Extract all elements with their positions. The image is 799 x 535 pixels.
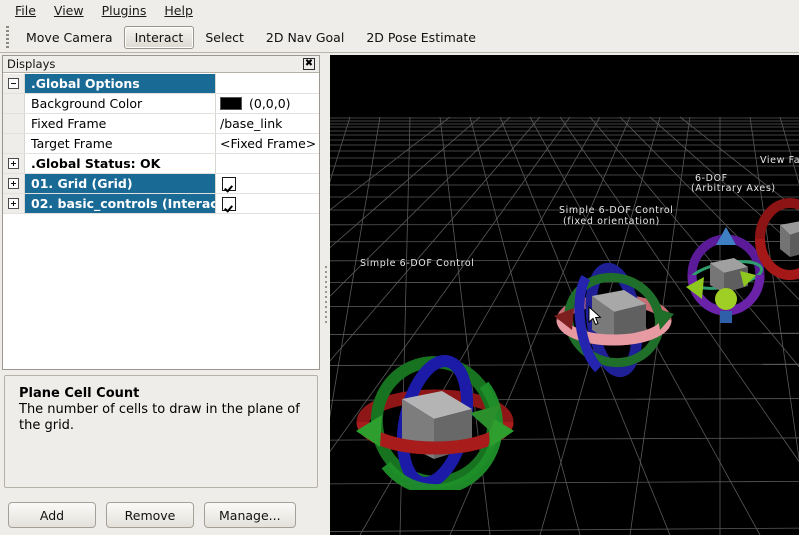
marker-simple-6dof-fixed[interactable] (552, 260, 677, 380)
tree-label-global-options: .Global Options (25, 76, 215, 91)
left-panel: Displays ✖ .Global Options Background Co… (0, 53, 322, 535)
property-help-box: Plane Cell Count The number of cells to … (4, 375, 318, 488)
tool-select[interactable]: Select (194, 26, 255, 49)
menu-file-label: File (15, 3, 36, 18)
displays-panel-title: Displays (7, 57, 55, 71)
menu-help[interactable]: Help (155, 1, 202, 20)
basic-controls-enabled-checkbox[interactable] (222, 197, 236, 211)
tree-label-basic-controls: 02. basic_controls (Interactiv (25, 196, 215, 211)
remove-button[interactable]: Remove (106, 502, 194, 528)
grid-enabled-checkbox[interactable] (222, 177, 236, 191)
menu-bar: File View Plugins Help (0, 0, 799, 22)
expander-cell-basic-controls[interactable] (3, 194, 25, 213)
panel-splitter[interactable] (322, 53, 330, 535)
expander-cell-global-status[interactable] (3, 154, 25, 173)
manage-button[interactable]: Manage... (204, 502, 296, 528)
tool-2d-pose-estimate[interactable]: 2D Pose Estimate (355, 26, 487, 49)
tree-value-background-color[interactable]: (0,0,0) (215, 94, 319, 113)
tree-label-background-color: Background Color (25, 96, 215, 111)
tree-row-global-options[interactable]: .Global Options (3, 74, 319, 94)
menu-view-label: View (54, 3, 84, 18)
marker-view-facing[interactable] (754, 195, 799, 285)
splitter-grip-icon (325, 266, 327, 323)
label-simple-6dof-fixed-sub: (fixed orientation) (563, 216, 660, 228)
tree-value-target-frame[interactable]: <Fixed Frame> (215, 134, 319, 153)
menu-plugins-label: Plugins (102, 3, 147, 18)
expand-plus-icon[interactable] (8, 178, 19, 189)
label-6dof-arbitrary-sub: (Arbitrary Axes) (691, 183, 776, 195)
help-description: The number of cells to draw in the plane… (19, 402, 303, 435)
tree-value-global-options (215, 74, 319, 93)
tree-row-background-color[interactable]: Background Color (0,0,0) (3, 94, 319, 114)
rviz-window: File View Plugins Help Move Camera Inter… (0, 0, 799, 535)
tree-row-basic-controls[interactable]: 02. basic_controls (Interactiv (3, 194, 319, 214)
tree-row-target-frame[interactable]: Target Frame <Fixed Frame> (3, 134, 319, 154)
tree-value-basic-controls[interactable] (215, 194, 319, 213)
expander-cell-background-color (3, 94, 25, 113)
color-swatch-icon[interactable] (220, 97, 242, 110)
tree-value-global-status (215, 154, 319, 173)
collapse-minus-icon[interactable] (8, 78, 19, 89)
displays-panel-titlebar: Displays ✖ (3, 56, 319, 73)
tree-value-fixed-frame[interactable]: /base_link (215, 114, 319, 133)
tool-interact[interactable]: Interact (124, 26, 195, 49)
tree-row-global-status[interactable]: .Global Status: OK (3, 154, 319, 174)
tree-label-fixed-frame: Fixed Frame (25, 116, 215, 131)
menu-help-label: Help (164, 3, 193, 18)
tree-row-fixed-frame[interactable]: Fixed Frame /base_link (3, 114, 319, 134)
close-icon[interactable]: ✖ (303, 58, 315, 70)
label-view-facing: View Facing (760, 155, 799, 167)
menu-view[interactable]: View (45, 1, 93, 20)
expander-cell-fixed-frame (3, 114, 25, 133)
displays-button-row: Add Remove Manage... (4, 501, 318, 529)
help-title: Plane Cell Count (19, 386, 303, 401)
marker-simple-6dof[interactable] (350, 355, 520, 490)
tree-label-grid: 01. Grid (Grid) (25, 176, 215, 191)
expand-plus-icon[interactable] (8, 158, 19, 169)
tree-label-target-frame: Target Frame (25, 136, 215, 151)
background-color-value: (0,0,0) (249, 96, 291, 111)
menu-plugins[interactable]: Plugins (93, 1, 156, 20)
expander-cell-grid[interactable] (3, 174, 25, 193)
tool-2d-nav-goal[interactable]: 2D Nav Goal (255, 26, 355, 49)
displays-tree[interactable]: .Global Options Background Color (0,0,0)… (3, 74, 319, 369)
tree-value-grid[interactable] (215, 174, 319, 193)
menu-file[interactable]: File (6, 1, 45, 20)
expander-cell-target-frame (3, 134, 25, 153)
add-button[interactable]: Add (8, 502, 96, 528)
displays-panel: Displays ✖ .Global Options Background Co… (2, 55, 320, 370)
expand-plus-icon[interactable] (8, 198, 19, 209)
render-viewport[interactable]: Simple 6-DOF Control Simple 6-DOF Contro… (330, 55, 799, 535)
drag-grip-icon[interactable] (2, 24, 12, 50)
expander-cell-global-options[interactable] (3, 74, 25, 93)
tree-label-global-status: .Global Status: OK (25, 156, 215, 171)
tree-row-grid[interactable]: 01. Grid (Grid) (3, 174, 319, 194)
mouse-cursor (588, 306, 602, 326)
tool-move-camera[interactable]: Move Camera (15, 26, 124, 49)
tool-bar: Move Camera Interact Select 2D Nav Goal … (0, 22, 799, 53)
label-simple-6dof-control: Simple 6-DOF Control (360, 258, 475, 270)
